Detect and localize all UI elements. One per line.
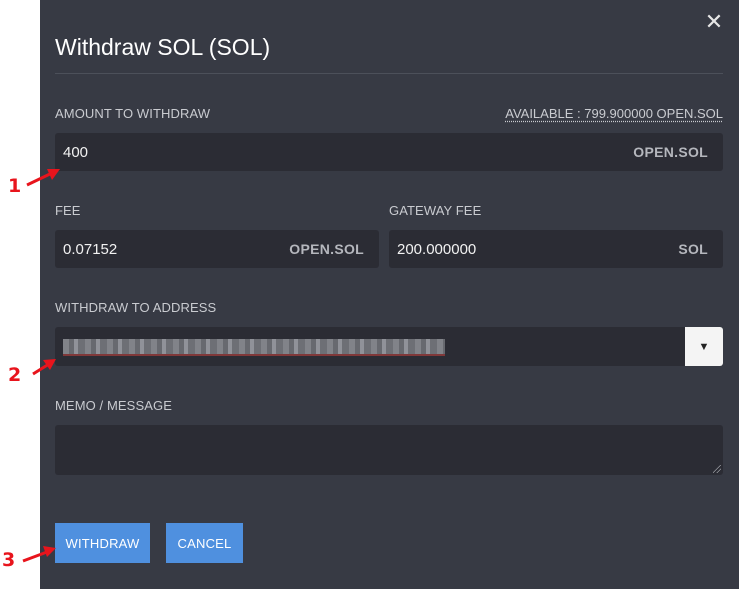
title-divider: [55, 73, 723, 74]
annotation-marker-1: 1: [8, 175, 22, 197]
address-label: WITHDRAW TO ADDRESS: [55, 300, 217, 315]
withdraw-button[interactable]: WITHDRAW: [55, 523, 150, 563]
amount-value: 400: [63, 143, 89, 161]
amount-input[interactable]: 400 OPEN.SOL: [55, 133, 723, 171]
memo-textarea[interactable]: [55, 425, 723, 475]
fee-unit: OPEN.SOL: [289, 241, 364, 257]
close-icon[interactable]: ✕: [703, 10, 725, 36]
fee-field: 0.07152 OPEN.SOL: [55, 230, 379, 268]
available-balance-link[interactable]: AVAILABLE : 799.900000 OPEN.SOL: [505, 106, 723, 121]
cancel-button[interactable]: CANCEL: [166, 523, 243, 563]
annotation-arrow-1: [26, 169, 60, 187]
annotation-arrow-3: [22, 546, 56, 563]
amount-label: AMOUNT TO WITHDRAW: [55, 106, 211, 121]
fee-value: 0.07152: [63, 240, 118, 258]
dialog-title: Withdraw SOL (SOL): [55, 34, 271, 60]
annotation-marker-3: 3: [2, 549, 16, 571]
annotation-arrow-2: [32, 359, 56, 376]
address-input[interactable]: ▼: [55, 327, 723, 366]
gateway-fee-value: 200.000000: [397, 240, 477, 258]
gateway-fee-unit: SOL: [678, 241, 708, 257]
gateway-fee-field: 200.000000 SOL: [389, 230, 723, 268]
redacted-address: [63, 339, 445, 356]
fee-label: FEE: [55, 203, 81, 218]
annotation-marker-2: 2: [8, 364, 22, 386]
gateway-fee-label: GATEWAY FEE: [389, 203, 482, 218]
memo-label: MEMO / MESSAGE: [55, 398, 172, 413]
amount-unit: OPEN.SOL: [633, 144, 708, 160]
resize-handle-icon[interactable]: [713, 465, 721, 473]
chevron-down-icon[interactable]: ▼: [685, 327, 723, 366]
withdraw-dialog: [40, 0, 739, 589]
